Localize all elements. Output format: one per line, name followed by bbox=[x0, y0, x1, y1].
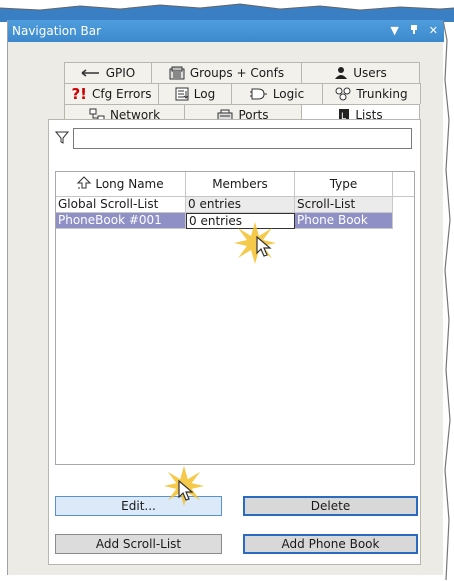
logic-icon bbox=[249, 87, 268, 101]
column-type-label: Type bbox=[329, 177, 358, 191]
tab-groups-confs[interactable]: Groups + Confs bbox=[151, 62, 302, 83]
delete-button[interactable]: Delete bbox=[243, 496, 418, 516]
tab-trunking[interactable]: Trunking bbox=[322, 83, 421, 104]
column-long-name[interactable]: Long Name bbox=[56, 172, 186, 196]
tab-log-label: Log bbox=[193, 87, 216, 101]
error-icon: ?! bbox=[71, 85, 87, 103]
filter-bar bbox=[54, 128, 412, 149]
tab-log[interactable]: Log bbox=[158, 83, 232, 104]
tab-groups-confs-label: Groups + Confs bbox=[189, 66, 285, 80]
tab-cfg-errors[interactable]: ?! Cfg Errors bbox=[64, 83, 159, 104]
tab-users-label: Users bbox=[353, 66, 387, 80]
tab-cfg-errors-label: Cfg Errors bbox=[92, 87, 152, 101]
column-members-label: Members bbox=[212, 177, 268, 191]
users-icon bbox=[334, 66, 348, 80]
tab-trunking-label: Trunking bbox=[356, 87, 408, 101]
navigation-bar-panel: Navigation Bar ▼ ✕ GPIO Groups + Confs U… bbox=[7, 20, 444, 575]
tab-row-2: ?! Cfg Errors Log Logic Trunking bbox=[64, 83, 421, 104]
title-bar: Navigation Bar ▼ ✕ bbox=[8, 20, 444, 42]
tab-logic-label: Logic bbox=[272, 87, 305, 101]
cell-long-name: Global Scroll-List bbox=[56, 197, 186, 213]
mouse-cursor-icon bbox=[256, 236, 272, 257]
mouse-cursor-icon bbox=[178, 480, 194, 501]
groups-icon bbox=[169, 66, 185, 80]
tab-logic[interactable]: Logic bbox=[231, 83, 323, 104]
cell-members: 0 entries bbox=[186, 197, 295, 213]
torn-edge-right bbox=[443, 20, 451, 580]
tab-gpio[interactable]: GPIO bbox=[64, 62, 152, 83]
add-phone-book-button[interactable]: Add Phone Book bbox=[243, 534, 418, 554]
tab-users[interactable]: Users bbox=[301, 62, 420, 83]
lists-grid: Long Name Members Type Global Scroll-Lis… bbox=[55, 171, 415, 465]
cell-type: Phone Book bbox=[295, 213, 393, 229]
grid-header: Long Name Members Type bbox=[56, 172, 414, 197]
column-long-name-label: Long Name bbox=[95, 177, 164, 191]
tab-gpio-label: GPIO bbox=[105, 66, 136, 80]
table-row[interactable]: Global Scroll-List 0 entries Scroll-List bbox=[56, 197, 414, 213]
close-icon[interactable]: ✕ bbox=[429, 24, 438, 38]
window-title: Navigation Bar bbox=[12, 24, 102, 38]
dropdown-arrow-icon[interactable]: ▼ bbox=[390, 24, 398, 38]
filter-icon[interactable] bbox=[54, 130, 70, 147]
cell-type: Scroll-List bbox=[295, 197, 393, 213]
tab-row-1: GPIO Groups + Confs Users bbox=[64, 62, 420, 83]
column-members[interactable]: Members bbox=[186, 172, 295, 196]
tab-strip: GPIO Groups + Confs Users ?! Cfg Errors bbox=[64, 62, 421, 125]
pin-icon[interactable] bbox=[409, 24, 419, 38]
add-scroll-list-button[interactable]: Add Scroll-List bbox=[55, 534, 222, 554]
column-type[interactable]: Type bbox=[295, 172, 393, 196]
gpio-icon bbox=[81, 68, 101, 78]
sort-up-icon bbox=[77, 176, 92, 192]
filter-input[interactable] bbox=[73, 128, 412, 149]
log-icon bbox=[175, 87, 189, 101]
trunking-icon bbox=[335, 87, 351, 101]
torn-edge-top bbox=[0, 3, 454, 22]
cell-long-name: PhoneBook #001 bbox=[56, 213, 186, 229]
lists-tab-content: Long Name Members Type Global Scroll-Lis… bbox=[48, 119, 421, 565]
